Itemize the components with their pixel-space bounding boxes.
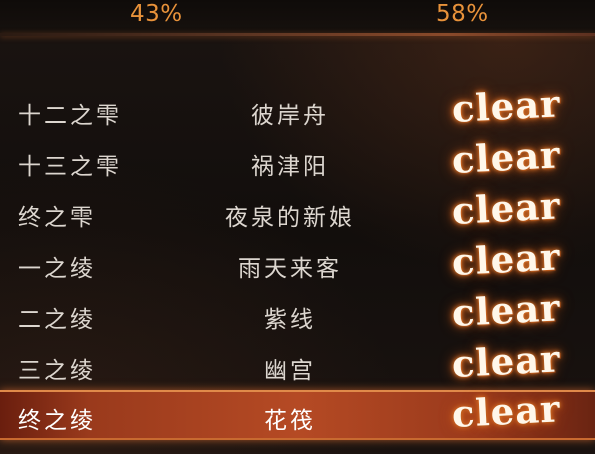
chapter-name: 三之绫 <box>18 358 96 384</box>
chapter-name: 二之绫 <box>18 307 96 333</box>
chapter-row-5[interactable]: 二之绫 紫线 clear <box>0 285 595 337</box>
chapter-title: 雨天来客 <box>238 256 342 282</box>
completion-percent-right: 58% <box>436 1 489 27</box>
chapter-title: 彼岸舟 <box>251 103 329 129</box>
chapter-title: 幽宫 <box>264 358 316 384</box>
clear-status-badge: clear <box>450 183 562 233</box>
chapter-name: 十二之雫 <box>18 103 122 129</box>
clear-status-badge: clear <box>450 336 562 386</box>
chapter-name: 终之雫 <box>18 205 96 231</box>
chapter-name: 一之绫 <box>18 256 96 282</box>
chapter-row-3[interactable]: 终之雫 夜泉的新娘 clear <box>0 183 595 235</box>
clear-status-badge: clear <box>450 234 562 284</box>
clear-status-badge: clear <box>450 386 562 436</box>
chapter-title: 花筏 <box>264 408 316 434</box>
clear-status-badge: clear <box>450 132 562 182</box>
header-divider <box>0 33 595 36</box>
chapter-title: 紫线 <box>264 307 316 333</box>
chapter-row-4[interactable]: 一之绫 雨天来客 clear <box>0 234 595 286</box>
progress-header: 43% 58% <box>0 0 595 34</box>
chapter-row-2[interactable]: 十三之雫 祸津阳 clear <box>0 132 595 184</box>
clear-status-badge: clear <box>450 285 562 335</box>
completion-percent-left: 43% <box>130 1 183 27</box>
chapter-title: 祸津阳 <box>251 154 329 180</box>
chapter-name: 终之绫 <box>18 408 96 434</box>
chapter-row-7-selected[interactable]: 终之绫 花筏 clear <box>0 386 595 440</box>
chapter-row-1[interactable]: 十二之雫 彼岸舟 clear <box>0 81 595 133</box>
clear-status-badge: clear <box>450 81 562 131</box>
chapter-row-6[interactable]: 三之绫 幽宫 clear <box>0 336 595 388</box>
chapter-title: 夜泉的新娘 <box>225 205 355 231</box>
chapter-name: 十三之雫 <box>18 154 122 180</box>
chapter-select-screen: 43% 58% 十二之雫 彼岸舟 clear 十三之雫 祸津阳 clear 终之… <box>0 0 595 454</box>
